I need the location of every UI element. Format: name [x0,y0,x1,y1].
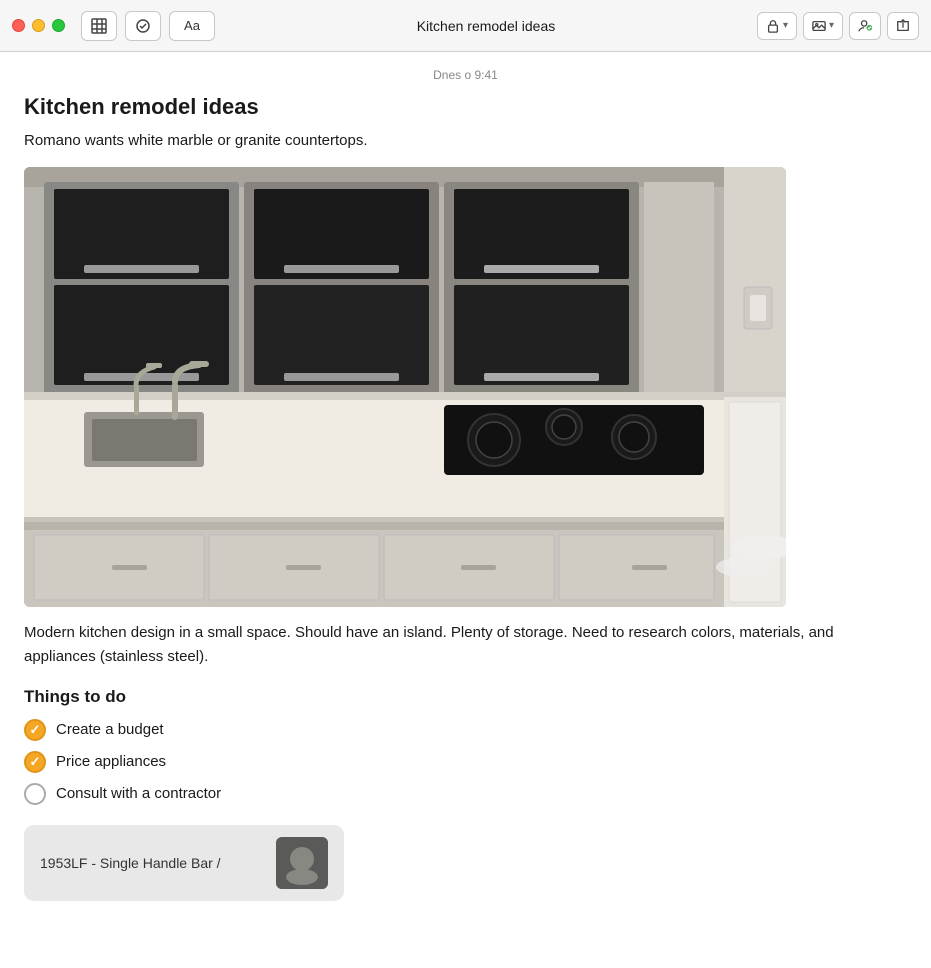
lock-icon [766,19,780,33]
checkbox-2[interactable] [24,751,46,773]
checklist-item-2[interactable]: Price appliances [24,751,907,773]
collab-icon [858,19,872,33]
toolbar-right: ▾ ▾ [757,12,919,40]
check-circle-icon [135,18,151,34]
note-image [24,167,786,607]
share-icon [896,19,910,33]
kitchen-image-svg [24,167,786,607]
collab-button[interactable] [849,12,881,40]
font-button[interactable]: Aa [169,11,215,41]
attachment-card[interactable]: 1953LF - Single Handle Bar / [24,825,344,901]
maximize-button[interactable] [52,19,65,32]
checklist-item-1-label: Create a budget [56,721,164,738]
note-timestamp: Dnes o 9:41 [24,68,907,82]
checklist-item-3[interactable]: Consult with a contractor [24,783,907,805]
note-title: Kitchen remodel ideas [24,94,907,120]
media-button[interactable]: ▾ [803,12,843,40]
window-title: Kitchen remodel ideas [223,18,749,34]
share-button[interactable] [887,12,919,40]
lock-button[interactable]: ▾ [757,12,797,40]
checkbox-1[interactable] [24,719,46,741]
table-view-button[interactable] [81,11,117,41]
checklist-item-3-label: Consult with a contractor [56,785,221,802]
attachment-thumb-image [276,837,328,889]
checklist-item-2-label: Price appliances [56,753,166,770]
section-title: Things to do [24,687,907,707]
checklist-item-1[interactable]: Create a budget [24,719,907,741]
checklist: Create a budget Price appliances Consult… [24,719,907,805]
image-icon [812,19,826,33]
traffic-lights [12,19,65,32]
minimize-button[interactable] [32,19,45,32]
table-icon [91,18,107,34]
checklist-button[interactable] [125,11,161,41]
note-content: Dnes o 9:41 Kitchen remodel ideas Romano… [0,52,931,968]
close-button[interactable] [12,19,25,32]
lock-chevron-icon: ▾ [783,20,788,31]
checkbox-3[interactable] [24,783,46,805]
note-body-text: Modern kitchen design in a small space. … [24,621,907,669]
media-chevron-icon: ▾ [829,20,834,31]
attachment-thumbnail [276,837,328,889]
note-subtitle: Romano wants white marble or granite cou… [24,130,907,153]
attachment-label: 1953LF - Single Handle Bar / [40,855,264,871]
font-label: Aa [184,18,200,33]
title-bar: Aa Kitchen remodel ideas ▾ ▾ [0,0,931,52]
